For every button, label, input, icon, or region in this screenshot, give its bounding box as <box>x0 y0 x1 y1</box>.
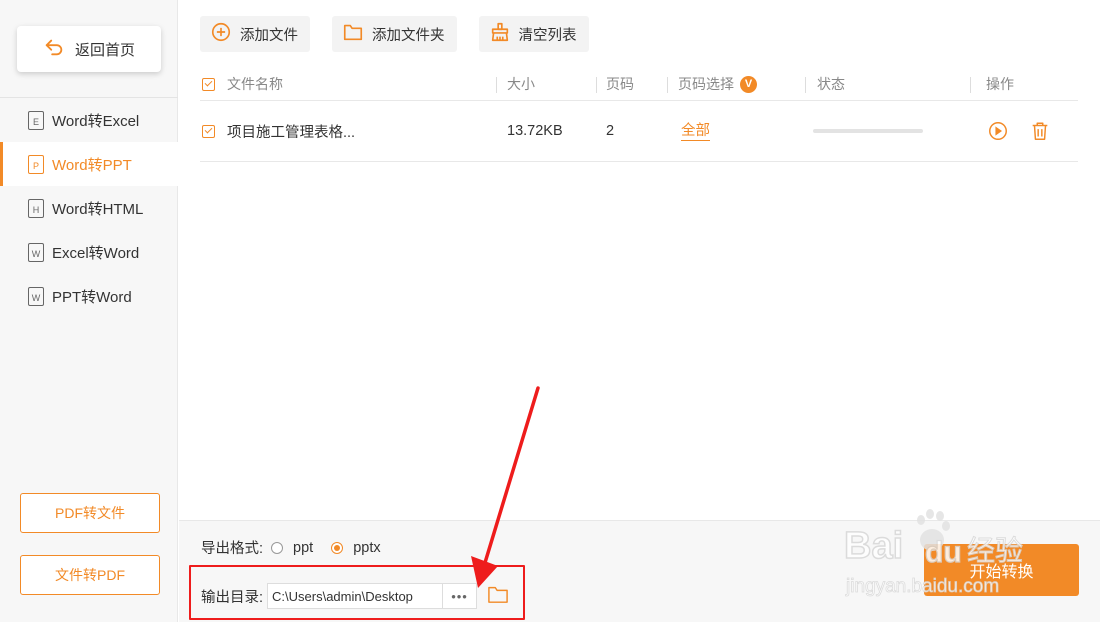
column-separator <box>970 77 971 93</box>
back-home-label: 返回首页 <box>74 41 135 59</box>
play-icon[interactable] <box>987 101 1009 161</box>
file-name-cell: 项目施工管理表格... <box>202 101 355 161</box>
header-page-select[interactable]: 页码选择 V <box>678 68 757 100</box>
highlight-box <box>189 565 525 620</box>
nav-item-word-to-ppt[interactable]: P Word转PPT <box>0 142 178 186</box>
header-file-name: 文件名称 <box>227 76 283 92</box>
select-all-checkbox[interactable] <box>202 77 215 91</box>
format-option-ppt: ppt <box>293 539 314 556</box>
broom-icon <box>489 21 511 47</box>
add-file-label: 添加文件 <box>240 27 298 44</box>
file-size: 13.72KB <box>507 123 563 139</box>
trash-icon[interactable] <box>1029 101 1051 161</box>
nav-item-label: Word转PPT <box>52 156 132 174</box>
export-format-label: 导出格式: <box>201 541 264 557</box>
file-name: 项目施工管理表格... <box>227 124 356 141</box>
page-select-cell: 全部 <box>681 101 710 161</box>
table-row: 项目施工管理表格... 13.72KB 2 全部 <box>200 101 1078 162</box>
header-pages: 页码 <box>606 76 634 92</box>
header-size: 大小 <box>507 76 535 92</box>
format-radio-pptx[interactable] <box>331 541 344 554</box>
nav-item-label: PPT转Word <box>52 288 132 306</box>
conversion-progress-bar <box>813 129 923 133</box>
column-separator <box>805 77 806 93</box>
word-doc-icon: W <box>28 286 44 306</box>
column-separator <box>667 77 668 93</box>
nav-item-excel-to-word[interactable]: W Excel转Word <box>0 230 178 274</box>
file-pages: 2 <box>606 123 615 139</box>
nav-item-word-to-excel[interactable]: E Word转Excel <box>0 98 178 142</box>
header-actions: 操作 <box>986 76 1014 92</box>
back-arrow-icon <box>43 36 65 62</box>
pdf-to-file-button[interactable]: PDF转文件 <box>20 493 160 533</box>
nav-item-label: Word转HTML <box>52 200 144 218</box>
nav-item-word-to-html[interactable]: H Word转HTML <box>0 186 178 230</box>
file-table-header: 文件名称 大小 页码 页码选择 V 状态 操作 <box>200 68 1078 101</box>
add-folder-label: 添加文件夹 <box>372 27 445 44</box>
status-cell <box>813 101 923 161</box>
add-folder-button[interactable]: 添加文件夹 <box>332 16 457 52</box>
nav-item-label: Excel转Word <box>52 244 140 262</box>
format-option-pptx: pptx <box>353 539 381 556</box>
header-status: 状态 <box>817 76 845 92</box>
header-page-select-label: 页码选择 <box>678 76 734 92</box>
page-select-link[interactable]: 全部 <box>681 122 710 141</box>
column-separator <box>596 77 597 93</box>
file-to-pdf-button[interactable]: 文件转PDF <box>20 555 160 595</box>
row-checkbox[interactable] <box>202 124 215 138</box>
html-doc-icon: H <box>28 198 44 218</box>
nav-item-ppt-to-word[interactable]: W PPT转Word <box>0 274 178 318</box>
sidebar: 返回首页 E Word转Excel P Word转PPT H Word转HTML… <box>0 0 178 622</box>
conversion-nav: E Word转Excel P Word转PPT H Word转HTML W Ex… <box>0 98 178 318</box>
word-doc-icon: W <box>28 242 44 262</box>
column-separator <box>496 77 497 93</box>
nav-item-label: Word转Excel <box>52 112 140 130</box>
export-format-row: 导出格式: ppt pptx <box>201 537 391 558</box>
clear-list-label: 清空列表 <box>518 27 577 44</box>
toolbar: 添加文件 添加文件夹 清空列表 <box>200 16 589 52</box>
select-all-cell: 文件名称 <box>202 68 283 100</box>
start-convert-button[interactable]: 开始转换 <box>924 544 1079 596</box>
format-radio-ppt[interactable] <box>271 541 284 554</box>
ppt-doc-icon: P <box>28 154 44 174</box>
plus-circle-icon <box>210 21 232 47</box>
folder-icon <box>342 21 364 47</box>
vip-badge-icon: V <box>740 75 757 93</box>
clear-list-button[interactable]: 清空列表 <box>478 16 589 52</box>
excel-doc-icon: E <box>28 110 44 130</box>
back-home-button[interactable]: 返回首页 <box>17 26 161 72</box>
add-file-button[interactable]: 添加文件 <box>200 16 310 52</box>
